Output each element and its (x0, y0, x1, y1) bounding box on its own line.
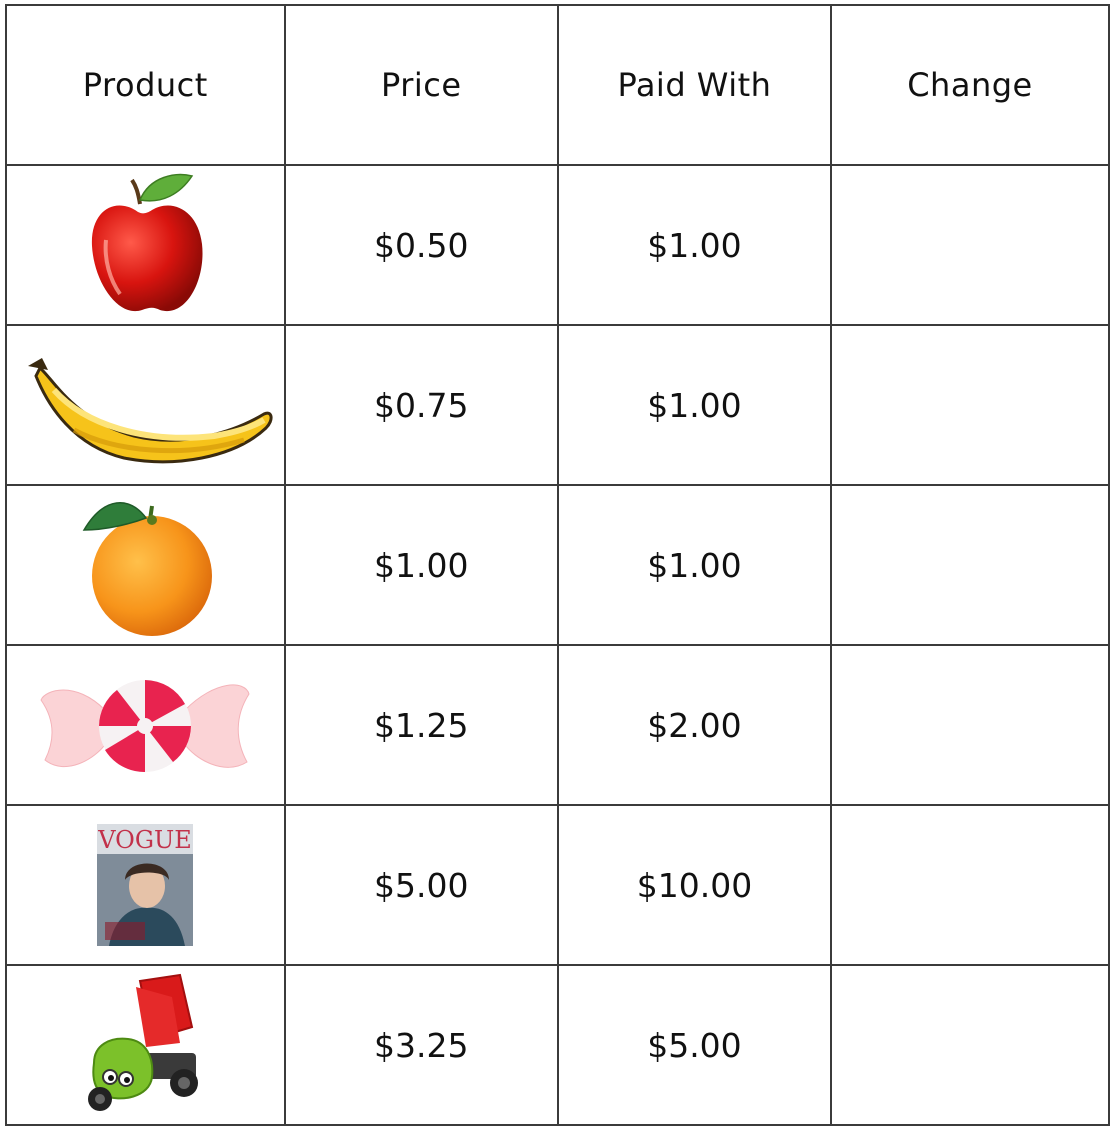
change-cell[interactable] (829, 804, 1110, 966)
header-price: Price (283, 4, 559, 166)
header-row: Product Price Paid With Change (5, 4, 1110, 166)
price-cell: $1.25 (283, 644, 559, 806)
worksheet: Product Price Paid With Change $0.50 $1.… (0, 0, 1110, 1130)
header-change: Change (829, 4, 1110, 166)
product-cell (5, 484, 286, 646)
paid-with-cell: $2.00 (556, 644, 832, 806)
change-cell[interactable] (829, 484, 1110, 646)
price-cell: $5.00 (283, 804, 559, 966)
banana-icon (28, 358, 273, 464)
price-cell: $0.75 (283, 324, 559, 486)
change-cell[interactable] (829, 964, 1110, 1126)
table-row: $0.75 $1.00 (5, 324, 1110, 486)
change-cell[interactable] (829, 164, 1110, 326)
header-product: Product (5, 4, 286, 166)
product-cell (5, 964, 286, 1126)
price-cell: $1.00 (283, 484, 559, 646)
price-cell: $0.50 (283, 164, 559, 326)
magazine-title: VOGUE (98, 826, 193, 854)
product-cell (5, 164, 286, 326)
table-row: $1.25 $2.00 (5, 644, 1110, 806)
apple-icon (92, 173, 203, 312)
table-row: VOGUE $5.00 $10.00 (5, 804, 1110, 966)
table-row: $1.00 $1.00 (5, 484, 1110, 646)
product-cell (5, 644, 286, 806)
change-cell[interactable] (829, 644, 1110, 806)
paid-with-cell: $1.00 (556, 164, 832, 326)
toy-truck-icon (88, 973, 199, 1111)
paid-with-cell: $5.00 (556, 964, 832, 1126)
product-cell (5, 324, 286, 486)
change-table: Product Price Paid With Change $0.50 $1.… (5, 4, 1110, 1126)
table-row: $3.25 $5.00 (5, 964, 1110, 1126)
header-paid-with: Paid With (556, 4, 832, 166)
magazine-icon: VOGUE (97, 824, 194, 946)
product-cell: VOGUE (5, 804, 286, 966)
paid-with-cell: $1.00 (556, 484, 832, 646)
candy-icon (40, 680, 250, 773)
change-cell[interactable] (829, 324, 1110, 486)
table-row: $0.50 $1.00 (5, 164, 1110, 326)
paid-with-cell: $10.00 (556, 804, 832, 966)
price-cell: $3.25 (283, 964, 559, 1126)
orange-icon (82, 502, 213, 636)
paid-with-cell: $1.00 (556, 324, 832, 486)
